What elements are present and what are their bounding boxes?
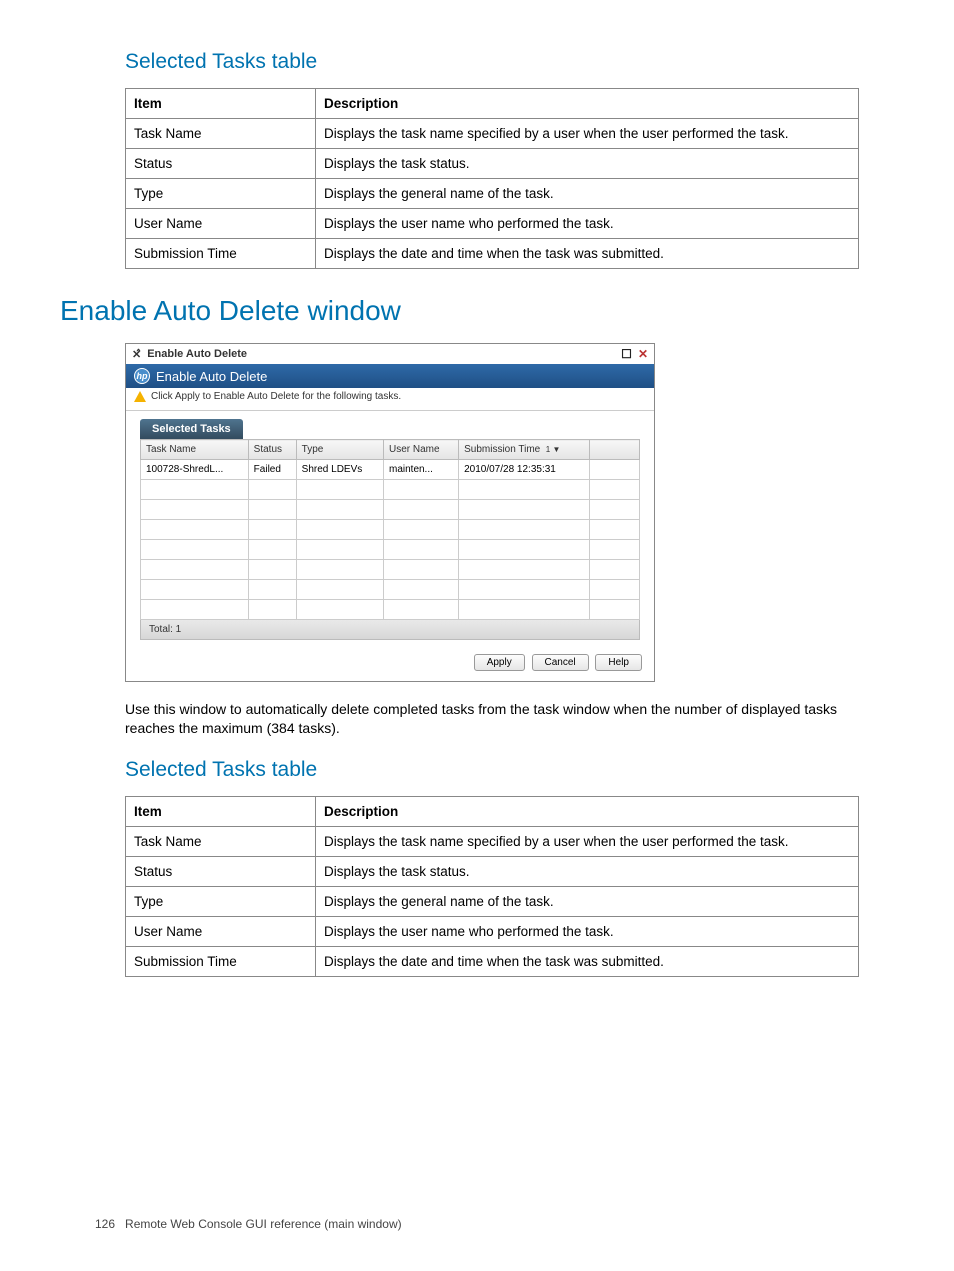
cell-item: Status (126, 149, 316, 179)
section-selected-tasks-1: Selected Tasks table (125, 50, 859, 74)
table-row: User NameDisplays the user name who perf… (126, 209, 859, 239)
cell-user-name: mainten... (383, 460, 458, 480)
grid-footer-total: Total: 1 (140, 620, 640, 640)
col-spacer (590, 440, 640, 460)
selected-tasks-desc-table-2: Item Description Task NameDisplays the t… (125, 796, 859, 977)
cell-item: Submission Time (126, 239, 316, 269)
cell-desc: Displays the date and time when the task… (316, 946, 859, 976)
col-status[interactable]: Status (248, 440, 296, 460)
hp-logo-icon: hp (134, 368, 150, 384)
cancel-button[interactable]: Cancel (532, 654, 589, 671)
grid-row-empty: . (141, 540, 640, 560)
th-description: Description (316, 89, 859, 119)
close-icon[interactable]: ✕ (638, 347, 648, 361)
table-row: Submission TimeDisplays the date and tim… (126, 946, 859, 976)
cell-status: Failed (248, 460, 296, 480)
table-row: TypeDisplays the general name of the tas… (126, 886, 859, 916)
dialog-message: Click Apply to Enable Auto Delete for th… (151, 391, 401, 402)
cell-item: Status (126, 856, 316, 886)
section-selected-tasks-2: Selected Tasks table (125, 758, 859, 782)
grid-row-empty: . (141, 520, 640, 540)
dialog-outer-title-text: Enable Auto Delete (147, 348, 247, 360)
cell-item: Type (126, 886, 316, 916)
cell-item: Type (126, 179, 316, 209)
cell-task-name: 100728-ShredL... (141, 460, 249, 480)
selected-tasks-grid: Task Name Status Type User Name Submissi… (140, 439, 640, 620)
enable-auto-delete-dialog: ✕̂ Enable Auto Delete ☐ ✕ hp Enable Auto… (125, 343, 655, 682)
cell-desc: Displays the date and time when the task… (316, 239, 859, 269)
cell-desc: Displays the task status. (316, 149, 859, 179)
footer-text: Remote Web Console GUI reference (main w… (125, 1217, 402, 1231)
grid-row-empty: . (141, 580, 640, 600)
table-row: Task NameDisplays the task name specifie… (126, 826, 859, 856)
th-item: Item (126, 89, 316, 119)
col-submission-time[interactable]: Submission Time 1 ▼ (459, 440, 590, 460)
maximize-icon[interactable]: ☐ (621, 347, 632, 361)
cell-desc: Displays the task name specified by a us… (316, 826, 859, 856)
table-row: Task NameDisplays the task name specifie… (126, 119, 859, 149)
table-row: StatusDisplays the task status. (126, 856, 859, 886)
cell-desc: Displays the general name of the task. (316, 886, 859, 916)
page-footer: 126 Remote Web Console GUI reference (ma… (95, 1217, 859, 1231)
grid-row-empty: . (141, 600, 640, 620)
selected-tasks-tab: Selected Tasks (140, 419, 243, 439)
cell-desc: Displays the task name specified by a us… (316, 119, 859, 149)
help-button[interactable]: Help (595, 654, 642, 671)
warning-icon (134, 391, 146, 402)
cell-desc: Displays the user name who performed the… (316, 916, 859, 946)
th-description: Description (316, 796, 859, 826)
table-row: StatusDisplays the task status. (126, 149, 859, 179)
cell-item: Task Name (126, 119, 316, 149)
collapse-icon[interactable]: ✕̂ (132, 348, 141, 361)
page-number: 126 (95, 1217, 115, 1231)
table-row: User NameDisplays the user name who perf… (126, 916, 859, 946)
sort-indicator: 1 ▼ (546, 445, 561, 454)
dialog-inner-title-text: Enable Auto Delete (156, 369, 267, 384)
cell-submission-time: 2010/07/28 12:35:31 (459, 460, 590, 480)
col-task-name[interactable]: Task Name (141, 440, 249, 460)
cell-item: Submission Time (126, 946, 316, 976)
cell-item: User Name (126, 209, 316, 239)
cell-desc: Displays the user name who performed the… (316, 209, 859, 239)
grid-row-empty: . (141, 500, 640, 520)
cell-item: Task Name (126, 826, 316, 856)
table-row: Submission TimeDisplays the date and tim… (126, 239, 859, 269)
cell-item: User Name (126, 916, 316, 946)
use-window-description: Use this window to automatically delete … (125, 700, 859, 738)
apply-button[interactable]: Apply (474, 654, 525, 671)
grid-row-empty: . (141, 480, 640, 500)
col-user-name[interactable]: User Name (383, 440, 458, 460)
th-item: Item (126, 796, 316, 826)
section-enable-auto-delete: Enable Auto Delete window (60, 295, 859, 327)
table-row: TypeDisplays the general name of the tas… (126, 179, 859, 209)
grid-row[interactable]: 100728-ShredL... Failed Shred LDEVs main… (141, 460, 640, 480)
cell-desc: Displays the task status. (316, 856, 859, 886)
cell-type: Shred LDEVs (296, 460, 383, 480)
selected-tasks-desc-table-1: Item Description Task NameDisplays the t… (125, 88, 859, 269)
grid-row-empty: . (141, 560, 640, 580)
col-type[interactable]: Type (296, 440, 383, 460)
cell-desc: Displays the general name of the task. (316, 179, 859, 209)
